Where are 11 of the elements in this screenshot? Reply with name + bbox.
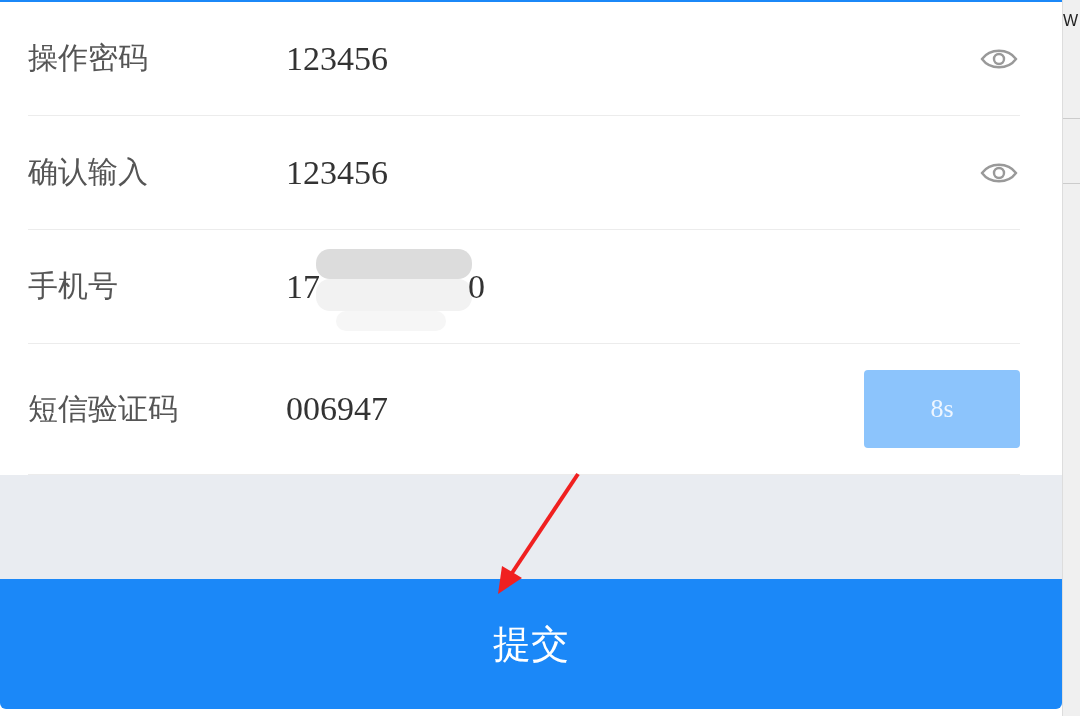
field-label: 手机号: [28, 267, 119, 305]
input-field[interactable]: 0: [468, 267, 485, 306]
input-field[interactable]: 17: [286, 267, 320, 306]
input-field[interactable]: 123456: [286, 39, 388, 78]
input-field[interactable]: 123456: [286, 153, 388, 192]
submit-button[interactable]: 提交: [0, 579, 1062, 709]
input-field[interactable]: 006947: [286, 390, 388, 428]
field-label: 确认输入: [28, 153, 149, 191]
field-label: 短信验证码: [28, 389, 179, 428]
window-title: W: [1063, 12, 1079, 30]
field-label: 操作密码: [28, 39, 149, 77]
